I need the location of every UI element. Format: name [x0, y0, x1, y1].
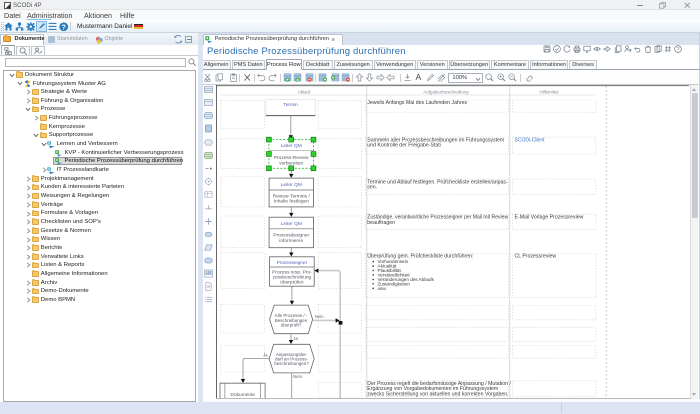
svg-text:Nein: Nein [315, 314, 325, 319]
svg-text:überprüfen: überprüfen [280, 279, 304, 285]
svg-text:beauftragen: beauftragen [367, 220, 395, 226]
svg-text:Jeweils Anfangs Mai des Laufen: Jeweils Anfangs Mai des Laufenden Jahres [367, 100, 467, 106]
svg-text:CL Prozessreview: CL Prozessreview [515, 254, 557, 260]
svg-text:überprüft?: überprüft? [281, 322, 302, 327]
svg-text:SCODi-Client: SCODi-Client [515, 138, 546, 144]
svg-text:Prozessdesigner: Prozessdesigner [273, 233, 309, 239]
svg-text:Ja: Ja [263, 352, 268, 357]
svg-text:sen.: sen. [367, 185, 377, 191]
svg-text:Review-Termine /: Review-Termine / [273, 193, 311, 199]
svg-text:informieren: informieren [279, 238, 303, 244]
svg-text:zwecks Sicherstellung von aktu: zwecks Sicherstellung von aktuellen und … [367, 391, 508, 397]
svg-text:Ja: Ja [293, 336, 298, 341]
svg-text:Dokumente: Dokumente [231, 392, 256, 398]
svg-text:Termin: Termin [283, 102, 298, 108]
svg-text:Leiter QM: Leiter QM [281, 221, 302, 227]
svg-text:Leiter QM: Leiter QM [281, 143, 302, 149]
svg-text:Termine und Ablauf festlegen.: Termine und Ablauf festlegen. Prüfcheckl… [367, 180, 508, 186]
svg-text:?: ? [677, 47, 680, 53]
svg-text:Nein: Nein [293, 374, 303, 379]
svg-text:vorbereiten: vorbereiten [279, 160, 303, 166]
svg-text:Inhalte festlegen: Inhalte festlegen [274, 199, 310, 205]
svg-text:und Kontrolle der Freigabe-Sta: und Kontrolle der Freigabe-Stati [367, 143, 441, 149]
svg-text:Leiter QM: Leiter QM [281, 182, 302, 188]
svg-text:Prozesseigner: Prozesseigner [277, 260, 308, 266]
svg-text:usw.: usw. [378, 286, 387, 291]
svg-text:Prozess-Review: Prozess-Review [274, 155, 309, 161]
svg-text:Ablauf: Ablauf [298, 89, 311, 94]
svg-text:E-Mail Vorlage Prozessreview: E-Mail Vorlage Prozessreview [515, 215, 584, 221]
svg-text:Aufgabenbeschreibung: Aufgabenbeschreibung [423, 89, 469, 94]
svg-text:Hilfsmittel: Hilfsmittel [539, 89, 558, 94]
svg-text:beschreibungen?: beschreibungen? [274, 361, 309, 366]
